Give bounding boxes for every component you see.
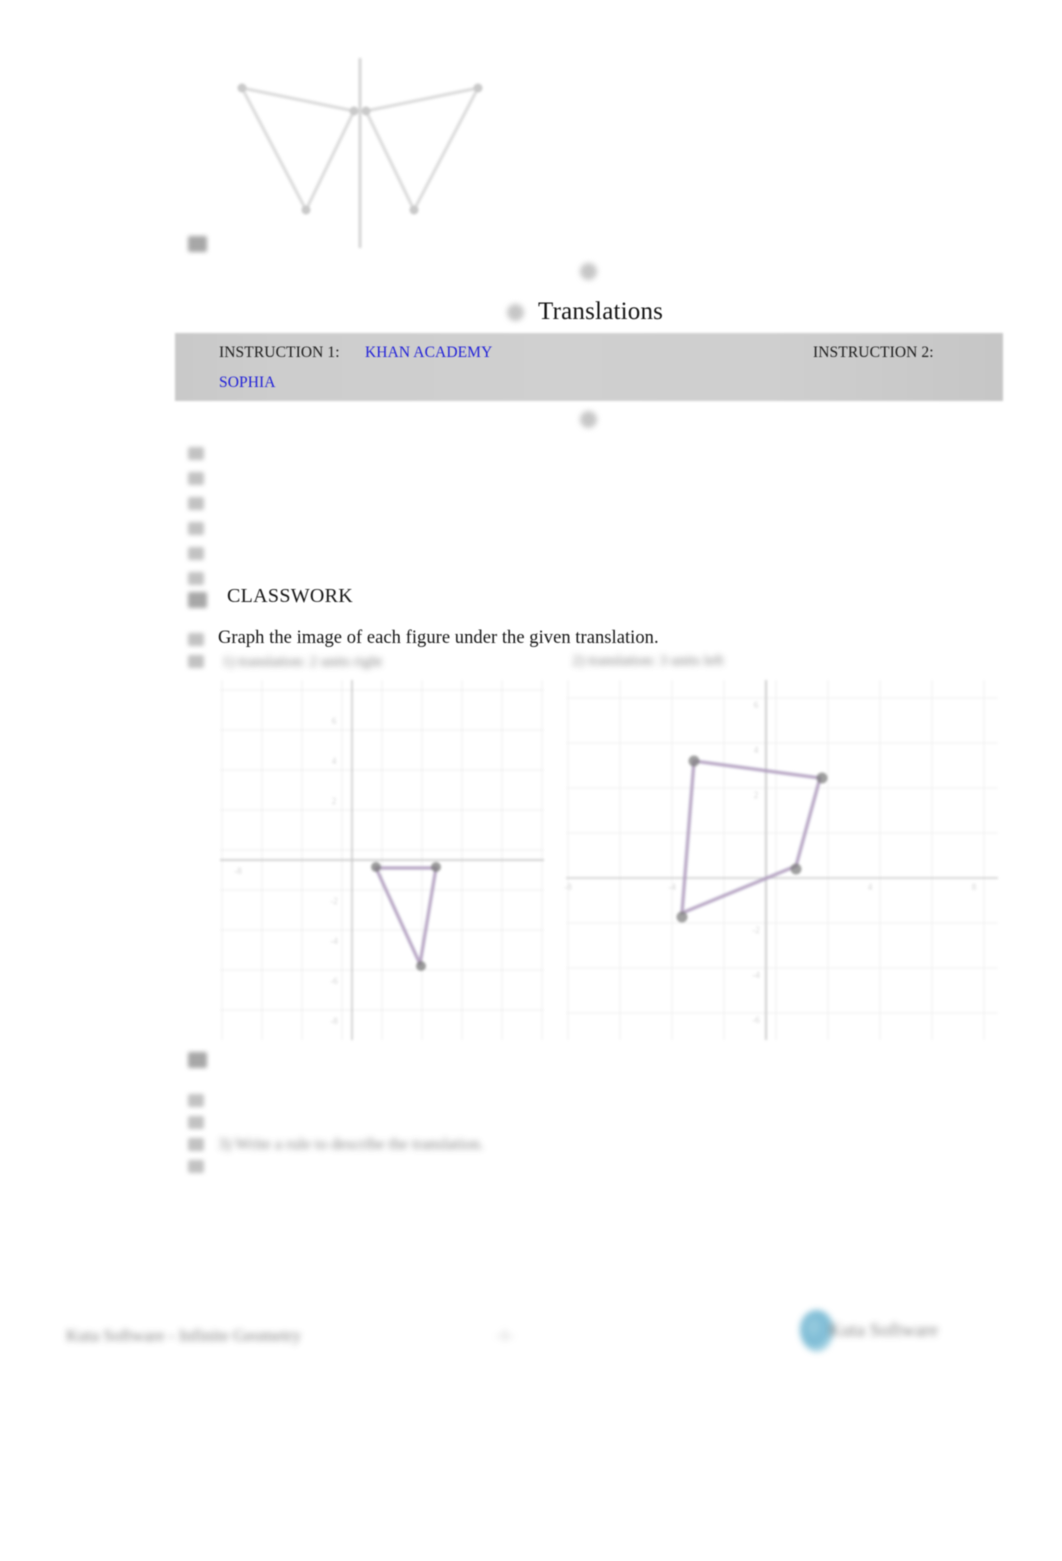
kuta-software-logo: Kuta Software bbox=[800, 1300, 950, 1362]
svg-text:6: 6 bbox=[332, 716, 337, 726]
svg-text:2: 2 bbox=[754, 790, 759, 800]
svg-text:4: 4 bbox=[754, 745, 759, 755]
margin-marker bbox=[188, 1094, 204, 1107]
margin-marker bbox=[188, 592, 207, 608]
margin-marker bbox=[188, 236, 207, 252]
footer-page-number: -1- bbox=[496, 1328, 514, 1344]
margin-marker bbox=[188, 472, 204, 485]
svg-text:-8: -8 bbox=[330, 1016, 338, 1026]
margin-marker bbox=[188, 1138, 204, 1151]
classwork-heading: CLASSWORK bbox=[227, 585, 354, 607]
logo-text: Kuta Software bbox=[828, 1320, 939, 1341]
graph-problem-2: -8 -4 4 8 6 4 2 -2 -4 -6 bbox=[560, 668, 1002, 1050]
worksheet-page: Translations INSTRUCTION 1: KHAN ACADEMY… bbox=[0, 0, 1062, 1561]
margin-marker bbox=[188, 1052, 207, 1068]
margin-marker bbox=[188, 547, 204, 560]
directions-text: Graph the image of each figure under the… bbox=[218, 628, 659, 648]
svg-text:-6: -6 bbox=[330, 976, 338, 986]
footer-source-text: Kuta Software - Infinite Geometry bbox=[66, 1326, 302, 1345]
sophia-link[interactable]: SOPHIA bbox=[219, 374, 276, 392]
instruction-band: INSTRUCTION 1: KHAN ACADEMY INSTRUCTION … bbox=[175, 333, 1003, 401]
bullet-smudge bbox=[507, 304, 524, 321]
bullet-smudge bbox=[580, 411, 597, 428]
svg-text:-8: -8 bbox=[564, 882, 572, 892]
instruction-2-label: INSTRUCTION 2: bbox=[813, 344, 934, 361]
margin-marker bbox=[188, 447, 204, 460]
instruction-1-label: INSTRUCTION 1: bbox=[219, 344, 340, 361]
svg-text:-4: -4 bbox=[330, 936, 338, 946]
svg-text:4: 4 bbox=[868, 882, 873, 892]
page-title: Translations bbox=[538, 298, 664, 325]
svg-text:-6: -6 bbox=[752, 1015, 760, 1025]
margin-marker bbox=[188, 633, 204, 646]
margin-marker bbox=[188, 1160, 204, 1173]
bullet-smudge bbox=[580, 263, 597, 280]
svg-text:-2: -2 bbox=[330, 896, 338, 906]
top-reflection-figure bbox=[216, 40, 512, 270]
margin-marker bbox=[188, 1116, 204, 1129]
question-3-text: 3) Write a rule to describe the translat… bbox=[218, 1136, 484, 1153]
svg-text:2: 2 bbox=[332, 796, 337, 806]
margin-marker bbox=[188, 497, 204, 510]
svg-text:-2: -2 bbox=[752, 925, 760, 935]
svg-text:6: 6 bbox=[754, 700, 759, 710]
margin-marker bbox=[188, 655, 204, 668]
margin-marker bbox=[188, 522, 204, 535]
khan-academy-link[interactable]: KHAN ACADEMY bbox=[365, 344, 492, 362]
graph-problem-1: 6 4 2 -2 -4 -6 -8 -8 bbox=[216, 668, 546, 1050]
svg-text:-4: -4 bbox=[668, 882, 676, 892]
svg-text:-4: -4 bbox=[752, 970, 760, 980]
svg-text:8: 8 bbox=[972, 882, 977, 892]
svg-text:4: 4 bbox=[332, 756, 337, 766]
margin-marker bbox=[188, 572, 204, 585]
svg-text:-8: -8 bbox=[234, 866, 242, 876]
